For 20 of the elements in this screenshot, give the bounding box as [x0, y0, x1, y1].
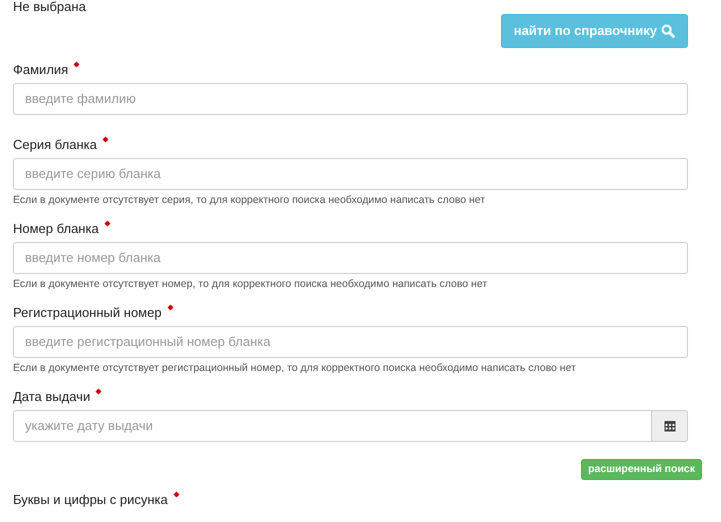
text-input-field[interactable]: введите фамилию	[13, 82, 688, 114]
advanced-search-button[interactable]: расширенный поиск	[581, 458, 702, 480]
text-input-field[interactable]: введите номер бланка	[13, 242, 688, 274]
status-text: Не выбрана	[13, 0, 86, 14]
field-label: Номер бланка	[13, 220, 99, 236]
help-text: Если в документе отсутствует регистрационный номер, то для корректного поиска необходимо написать слово нет	[13, 362, 577, 374]
field-label: Регистрационный номер	[13, 304, 162, 320]
text-input-field[interactable]: введите регистрационный номер бланка	[13, 326, 688, 358]
text-input-field[interactable]: укажите дату выдачи	[13, 410, 652, 442]
field-label: Серия бланка	[13, 136, 97, 152]
directory-search-button[interactable]: найти по справочнику	[500, 14, 688, 48]
field-label: Фамилия	[13, 62, 68, 76]
field-label: Дата выдачи	[13, 388, 90, 404]
help-text: Если в документе отсутствует номер, то для корректного поиска необходимо написать слово нет	[13, 278, 488, 290]
calendar-button[interactable]	[652, 410, 688, 442]
help-text: Если в документе отсутствует серия, то для корректного поиска необходимо написать слово нет	[13, 194, 486, 206]
text-input-field[interactable]: введите серию бланка	[13, 158, 688, 190]
search-icon	[661, 24, 675, 38]
calendar-icon	[664, 420, 676, 432]
field-label: Буквы и цифры с рисунка	[13, 492, 168, 506]
